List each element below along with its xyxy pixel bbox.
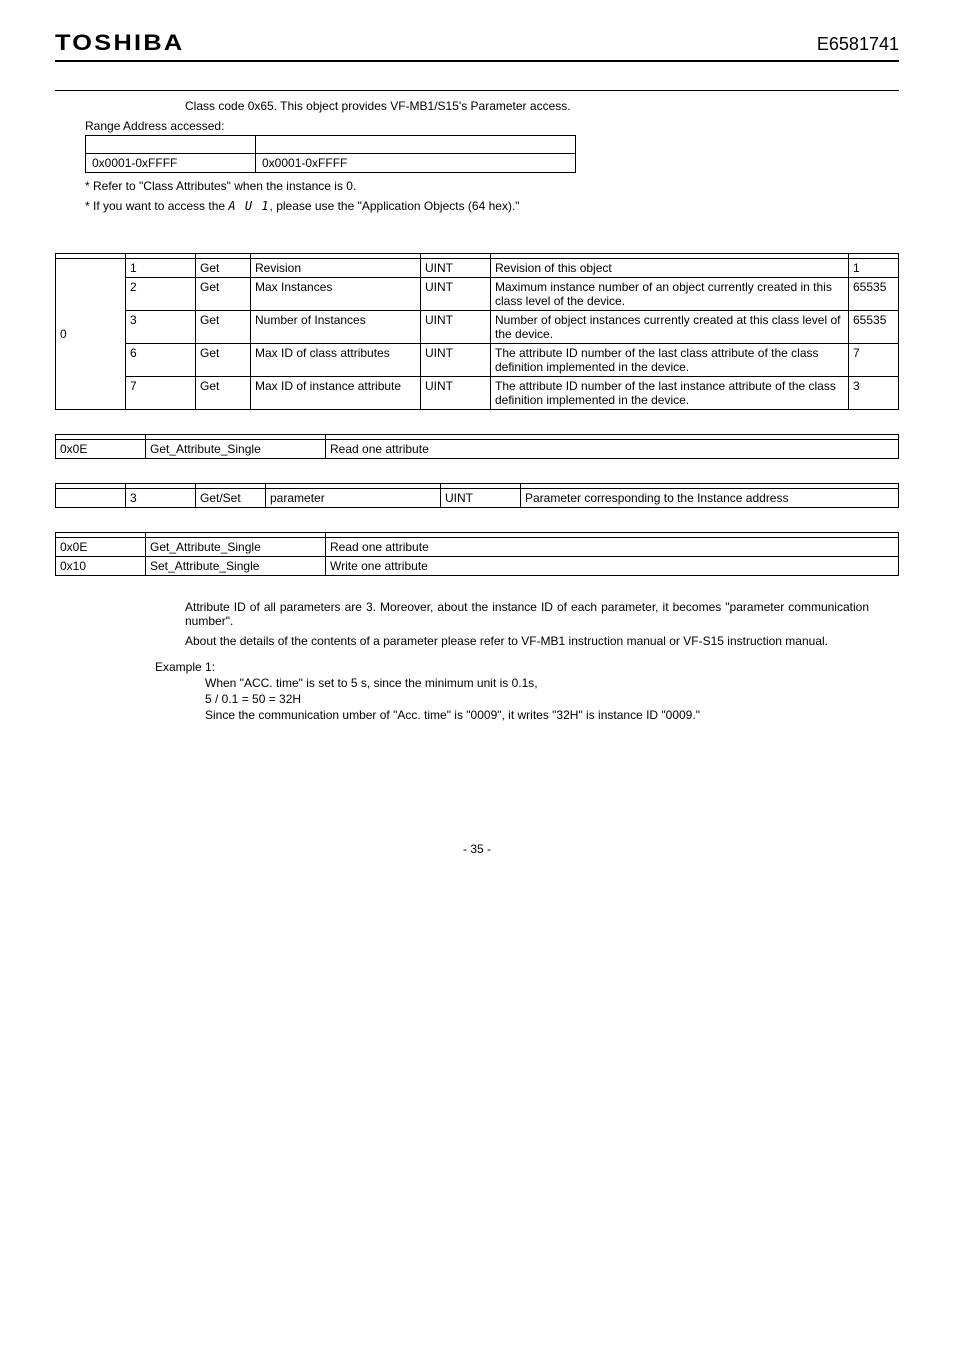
note-post: , please use the "Application Objects (6… xyxy=(270,199,520,213)
cell: Max ID of instance attribute xyxy=(251,377,421,410)
cell: The attribute ID number of the last inst… xyxy=(491,377,849,410)
cell: 7 xyxy=(126,377,196,410)
services-table-b: 0x0E Get_Attribute_Single Read one attri… xyxy=(55,532,899,576)
table-row: 0x10 Set_Attribute_Single Write one attr… xyxy=(56,557,899,576)
cell: Get xyxy=(196,259,251,278)
note-pre: * If you want to access the xyxy=(85,199,228,213)
example-head: Example 1: xyxy=(155,660,899,674)
cell: 3 xyxy=(126,311,196,344)
cell: 1 xyxy=(126,259,196,278)
cell: 0x0E xyxy=(56,440,146,459)
cell: Write one attribute xyxy=(326,557,899,576)
class-attributes-table: 0 1 Get Revision UINT Revision of this o… xyxy=(55,253,899,410)
cell: The attribute ID number of the last clas… xyxy=(491,344,849,377)
doc-number: E6581741 xyxy=(817,34,899,55)
table-row: 3 Get/Set parameter UINT Parameter corre… xyxy=(56,489,899,508)
cell: Max Instances xyxy=(251,278,421,311)
cell: Maximum instance number of an object cur… xyxy=(491,278,849,311)
cell: 0x0001-0xFFFF xyxy=(86,154,256,173)
instance-attr-table: 3 Get/Set parameter UINT Parameter corre… xyxy=(55,483,899,508)
page-footer: - 35 - xyxy=(55,842,899,856)
paragraph: Attribute ID of all parameters are 3. Mo… xyxy=(185,600,869,628)
cell: 0x0001-0xFFFF xyxy=(256,154,576,173)
cell: Get xyxy=(196,278,251,311)
table-row: 0 1 Get Revision UINT Revision of this o… xyxy=(56,259,899,278)
cell: 2 xyxy=(126,278,196,311)
table-row xyxy=(86,136,576,154)
cell: 1 xyxy=(849,259,899,278)
cell: 65535 xyxy=(849,311,899,344)
cell: Max ID of class attributes xyxy=(251,344,421,377)
note-line: * If you want to access the A U 1, pleas… xyxy=(85,199,899,213)
cell: UINT xyxy=(421,377,491,410)
cell: Revision xyxy=(251,259,421,278)
intro-text: Class code 0x65. This object provides VF… xyxy=(185,99,899,113)
table-row: 2 Get Max Instances UINT Maximum instanc… xyxy=(56,278,899,311)
table-row: 3 Get Number of Instances UINT Number of… xyxy=(56,311,899,344)
cell: 65535 xyxy=(849,278,899,311)
cell: Get xyxy=(196,344,251,377)
cell: 3 xyxy=(126,489,196,508)
cell: Revision of this object xyxy=(491,259,849,278)
cell: Read one attribute xyxy=(326,440,899,459)
seg-display: A U 1 xyxy=(228,199,269,213)
cell: UINT xyxy=(441,489,521,508)
cell: UINT xyxy=(421,344,491,377)
cell: Get xyxy=(196,377,251,410)
cell: parameter xyxy=(266,489,441,508)
cell: 0x10 xyxy=(56,557,146,576)
table-row: 6 Get Max ID of class attributes UINT Th… xyxy=(56,344,899,377)
cell: Number of Instances xyxy=(251,311,421,344)
table-row: 0x0001-0xFFFF 0x0001-0xFFFF xyxy=(86,154,576,173)
cell xyxy=(86,136,256,154)
cell: Number of object instances currently cre… xyxy=(491,311,849,344)
table-row: 0x0E Get_Attribute_Single Read one attri… xyxy=(56,538,899,557)
cell: 3 xyxy=(849,377,899,410)
cell: UINT xyxy=(421,278,491,311)
cell: Get xyxy=(196,311,251,344)
cell xyxy=(256,136,576,154)
paragraph: About the details of the contents of a p… xyxy=(185,634,869,648)
note-line: * Refer to "Class Attributes" when the i… xyxy=(85,179,899,193)
example-line: When "ACC. time" is set to 5 s, since th… xyxy=(205,676,899,690)
range-label: Range Address accessed: xyxy=(85,119,899,133)
cell: UINT xyxy=(421,311,491,344)
table-row: 0x0E Get_Attribute_Single Read one attri… xyxy=(56,440,899,459)
cell: Set_Attribute_Single xyxy=(146,557,326,576)
cell: Get_Attribute_Single xyxy=(146,440,326,459)
table-row: 7 Get Max ID of instance attribute UINT … xyxy=(56,377,899,410)
example-line: Since the communication umber of "Acc. t… xyxy=(205,708,899,722)
example-line: 5 / 0.1 = 50 = 32H xyxy=(205,692,899,706)
services-table-a: 0x0E Get_Attribute_Single Read one attri… xyxy=(55,434,899,459)
cell: Get_Attribute_Single xyxy=(146,538,326,557)
sub-rule xyxy=(55,90,899,91)
cell: 7 xyxy=(849,344,899,377)
header-bar: TOSHIBA E6581741 xyxy=(55,30,899,62)
brand-logo: TOSHIBA xyxy=(55,30,185,56)
cell: UINT xyxy=(421,259,491,278)
cell: 0x0E xyxy=(56,538,146,557)
cell xyxy=(56,489,126,508)
instance-cell: 0 xyxy=(56,259,126,410)
cell: Get/Set xyxy=(196,489,266,508)
cell: 6 xyxy=(126,344,196,377)
cell: Parameter corresponding to the Instance … xyxy=(521,489,899,508)
range-table: 0x0001-0xFFFF 0x0001-0xFFFF xyxy=(85,135,576,173)
cell: Read one attribute xyxy=(326,538,899,557)
